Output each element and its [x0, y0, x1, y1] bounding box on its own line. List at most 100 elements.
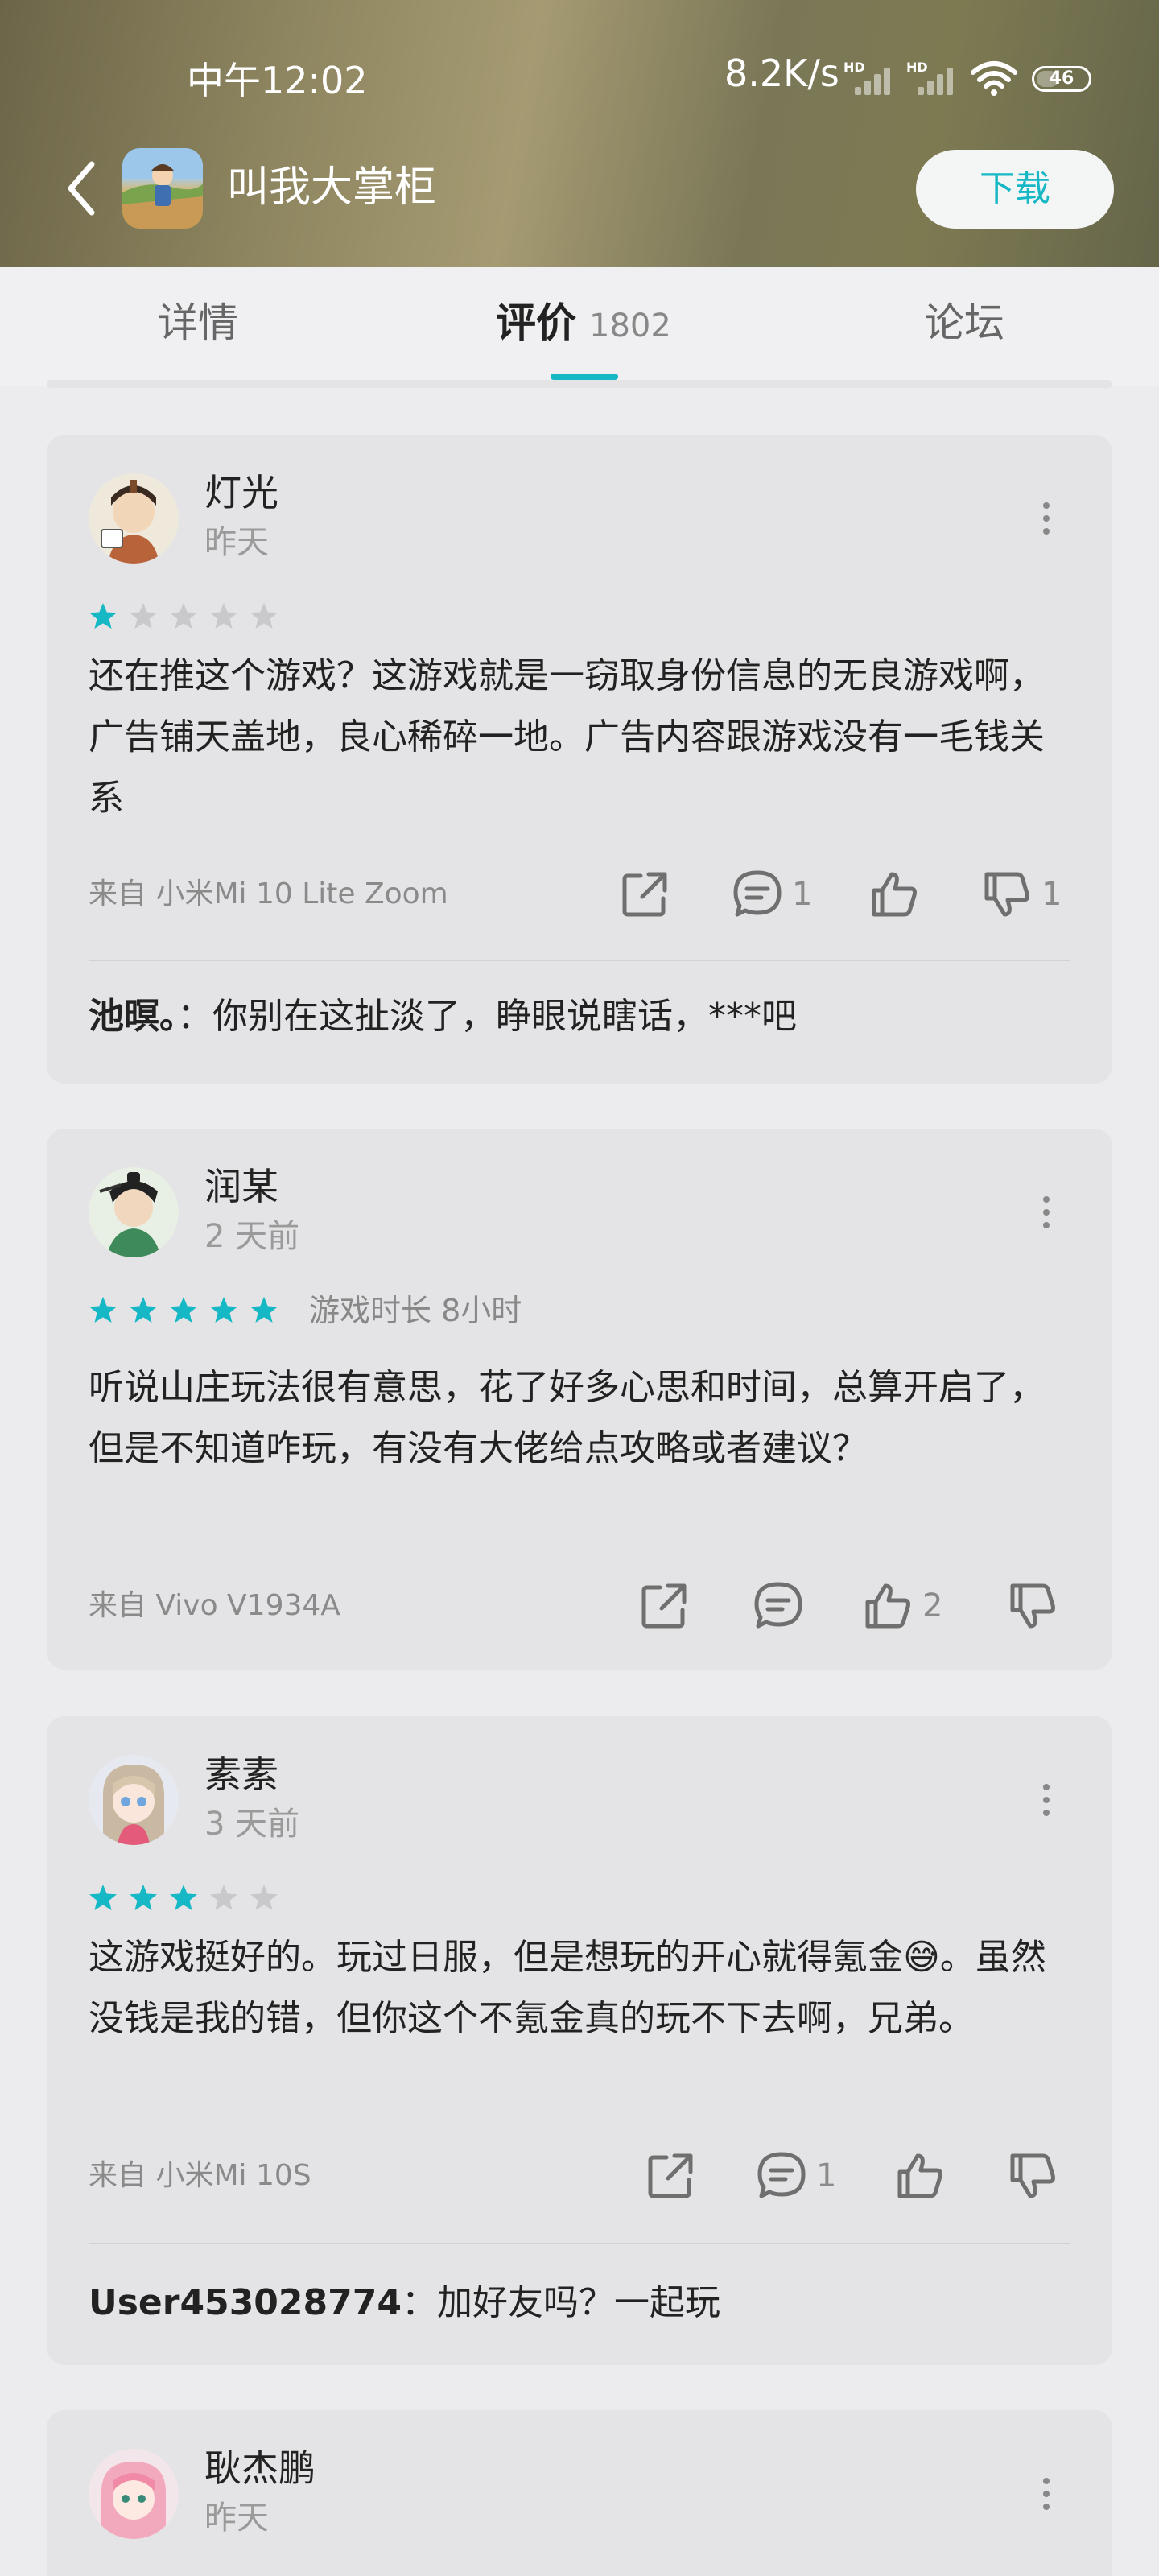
comment-button[interactable]: 1	[755, 2148, 836, 2204]
review-card: 润某 2 天前 游戏时长 8小时 听说山庄玩法很有意思，花了好多心思和时间，总算…	[47, 1129, 1112, 1670]
star-rating	[89, 1880, 290, 1916]
star-filled-icon	[130, 1297, 157, 1323]
dislike-count: 1	[1041, 876, 1062, 913]
signal-icon: HD	[843, 60, 900, 95]
thumbs-down-icon	[1010, 2153, 1055, 2198]
avatar[interactable]	[89, 1755, 179, 1845]
app-header: 中午12:02 8.2K/s HD HD 46 叫我大掌柜 下载	[0, 0, 1159, 267]
playtime: 游戏时长 8小时	[309, 1293, 522, 1328]
app-screen: 中午12:02 8.2K/s HD HD 46 叫我大掌柜 下载 详情 评价 1…	[0, 0, 1159, 2576]
download-button[interactable]: 下载	[916, 150, 1114, 229]
tab-divider	[47, 380, 1112, 388]
device-info: 来自 小米Mi 10 Lite Zoom	[89, 877, 448, 910]
review-date: 3 天前	[204, 1806, 300, 1843]
review-card: 灯光 昨天 还在推这个游戏？这游戏就是一窃取身份信息的无良游戏啊，广告铺天盖地，…	[47, 435, 1112, 1084]
star-filled-icon	[89, 1297, 117, 1323]
like-button[interactable]: 2	[861, 1578, 942, 1634]
comment-icon	[733, 870, 782, 917]
more-icon[interactable]	[1038, 2470, 1054, 2518]
thumbs-up-icon	[865, 1583, 910, 1629]
review-text-part: 这游戏挺好的。玩过日服，但是想玩的开心就得氪金	[89, 1937, 903, 1978]
share-icon	[648, 2153, 693, 2198]
reply[interactable]: User453028774：加好友吗？一起玩	[89, 2277, 1079, 2330]
like-count: 2	[922, 1587, 943, 1624]
network-speed: 8.2K/s	[724, 52, 839, 95]
dislike-button[interactable]	[1006, 1578, 1067, 1634]
reply-text: ：加好友吗？一起玩	[402, 2282, 720, 2323]
username[interactable]: 灯光	[204, 467, 278, 518]
app-icon	[122, 148, 203, 229]
card-divider	[89, 2243, 1070, 2244]
tab-forum[interactable]: 论坛	[924, 295, 1004, 351]
card-divider	[89, 960, 1070, 961]
more-icon[interactable]	[1038, 1776, 1054, 1824]
share-button[interactable]	[637, 1578, 691, 1634]
review-text: 听说山庄玩法很有意思，花了好多心思和时间，总算开启了，但是不知道咋玩，有没有大佬…	[89, 1367, 1045, 1469]
star-empty-icon	[170, 603, 197, 629]
star-filled-icon	[170, 1885, 197, 1910]
review-count: 1802	[589, 308, 671, 345]
like-button[interactable]	[868, 866, 929, 923]
star-filled-icon	[89, 603, 117, 629]
wifi-icon	[971, 61, 1017, 96]
like-button[interactable]	[893, 2148, 955, 2204]
avatar[interactable]	[89, 473, 179, 564]
status-time: 中午12:02	[187, 59, 368, 102]
share-icon	[622, 872, 667, 917]
review-card: 素素 3 天前 这游戏挺好的。玩过日服，但是想玩的开心就得氪金😅。虽然没钱是我的…	[47, 1716, 1112, 2365]
device-info: 来自 Vivo V1934A	[89, 1589, 340, 1622]
tab-reviews[interactable]: 评价 1802	[496, 295, 671, 354]
active-tab-indicator	[551, 374, 618, 380]
back-arrow-icon[interactable]	[63, 156, 103, 221]
share-button[interactable]	[618, 866, 671, 923]
tab-details[interactable]: 详情	[158, 295, 238, 351]
tab-bar: 详情 评价 1802 论坛	[0, 267, 1159, 388]
signal-icon: HD	[906, 60, 963, 95]
share-icon	[641, 1583, 687, 1629]
battery-icon: 46	[1032, 66, 1091, 92]
thumbs-down-icon	[1010, 1583, 1055, 1629]
app-name: 叫我大掌柜	[227, 163, 437, 212]
device-info: 来自 小米Mi 10S	[89, 2159, 311, 2192]
comment-icon	[754, 1582, 802, 1629]
star-empty-icon	[210, 1885, 237, 1910]
comment-button[interactable]: 1	[731, 866, 812, 923]
review-date: 昨天	[204, 2500, 269, 2537]
more-icon[interactable]	[1038, 494, 1054, 543]
star-filled-icon	[130, 1885, 157, 1910]
sweat-smile-emoji: 😅	[903, 1937, 940, 1978]
reply-username[interactable]: User453028774	[89, 2282, 402, 2323]
thumbs-down-icon	[984, 872, 1029, 917]
review-card: 耿杰鹏 昨天	[47, 2410, 1112, 2576]
dislike-button[interactable]	[1006, 2148, 1067, 2204]
star-filled-icon	[170, 1297, 197, 1323]
share-button[interactable]	[644, 2148, 697, 2204]
reply-username[interactable]: 池暝。	[89, 996, 177, 1037]
review-text: 这游戏挺好的。玩过日服，但是想玩的开心就得氪金😅。虽然没钱是我的错，但你这个不氪…	[89, 1927, 1079, 2050]
review-date: 2 天前	[204, 1218, 300, 1255]
comment-count: 1	[816, 2157, 837, 2194]
star-empty-icon	[250, 1885, 278, 1910]
thumbs-up-icon	[872, 872, 917, 917]
star-filled-icon	[250, 1297, 278, 1323]
reply-text: ：你别在这扯淡了，睁眼说瞎话，***吧	[177, 996, 797, 1037]
avatar[interactable]	[89, 2449, 179, 2539]
username[interactable]: 素素	[204, 1748, 278, 1800]
review-date: 昨天	[204, 524, 269, 561]
star-rating	[89, 599, 290, 634]
comment-icon	[757, 2152, 806, 2198]
thumbs-up-icon	[897, 2153, 942, 2198]
comment-button[interactable]	[752, 1578, 813, 1634]
dislike-button[interactable]: 1	[980, 866, 1062, 923]
username[interactable]: 润某	[204, 1161, 278, 1212]
star-rating	[89, 1293, 290, 1328]
reply[interactable]: 池暝。：你别在这扯淡了，睁眼说瞎话，***吧	[89, 990, 1079, 1043]
avatar[interactable]	[89, 1167, 179, 1257]
more-icon[interactable]	[1038, 1188, 1054, 1236]
username[interactable]: 耿杰鹏	[204, 2442, 316, 2494]
review-text: 还在推这个游戏？这游戏就是一窃取身份信息的无良游戏啊，广告铺天盖地，良心稀碎一地…	[89, 655, 1045, 819]
comment-count: 1	[792, 876, 813, 913]
star-filled-icon	[210, 1297, 237, 1323]
tab-reviews-label: 评价	[496, 299, 576, 346]
star-empty-icon	[250, 603, 278, 629]
